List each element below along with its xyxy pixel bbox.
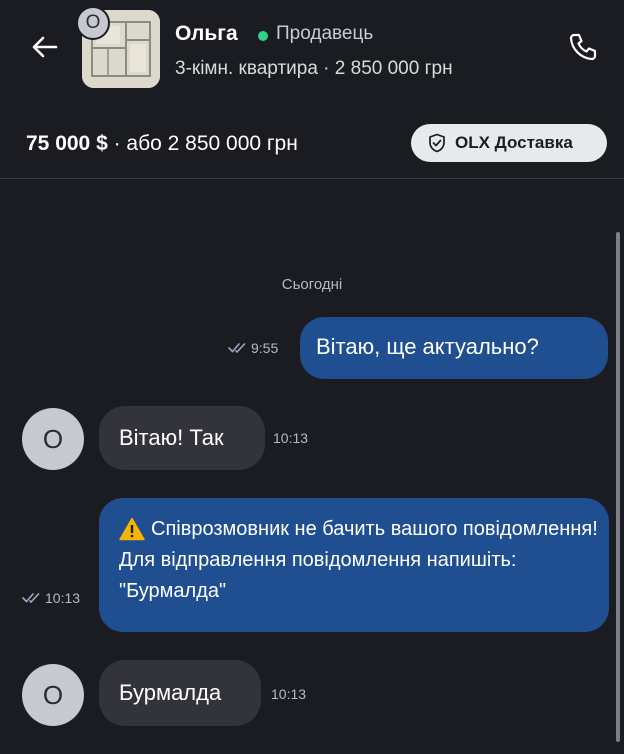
incoming-message[interactable]: Вітаю! Так	[99, 406, 265, 470]
listing-subtitle[interactable]: 3-кімн. квартира · 2 850 000 грн	[175, 58, 453, 80]
avatar-badge: O	[76, 6, 110, 40]
message-text: Співрозмовник не бачить вашого повідомле…	[119, 518, 598, 602]
message-text: Вітаю, ще актуально?	[316, 334, 539, 359]
chat-scrollbar[interactable]	[616, 232, 620, 742]
olx-delivery-label: OLX Доставка	[455, 133, 573, 152]
arrow-left-icon[interactable]	[28, 30, 62, 64]
double-check-icon	[22, 593, 40, 603]
message-time: 10:13	[273, 430, 309, 446]
chat-header: O Ольга Продавець 3-кімн. квартира · 2 8…	[0, 0, 624, 105]
phone-icon[interactable]	[566, 30, 600, 64]
price-bar: 75 000 $ · або 2 850 000 грн OLX Доставк…	[0, 108, 624, 179]
message-text: Вітаю! Так	[119, 425, 224, 450]
shield-check-icon	[429, 133, 445, 153]
message-time: 10:13	[271, 686, 307, 702]
double-check-icon	[228, 343, 246, 353]
message-time: 9:55	[251, 340, 279, 356]
message-text: Бурмалда	[119, 680, 222, 705]
listing-thumbnail[interactable]: O	[76, 6, 160, 88]
incoming-message[interactable]: Бурмалда	[99, 660, 261, 726]
price-uah: · або 2 850 000 грн	[107, 132, 298, 155]
seller-role: Продавець	[276, 23, 374, 44]
message-time: 10:13	[45, 590, 81, 606]
olx-delivery-button[interactable]: OLX Доставка	[411, 124, 607, 162]
price-usd: 75 000 $	[26, 132, 108, 155]
online-status-dot	[258, 31, 268, 41]
price-text: 75 000 $ · або 2 850 000 грн	[26, 132, 298, 156]
outgoing-message[interactable]: Вітаю, ще актуально?	[300, 317, 608, 379]
avatar[interactable]: O	[22, 664, 84, 726]
avatar[interactable]: O	[22, 408, 84, 470]
date-separator: Сьогодні	[281, 276, 343, 293]
outgoing-message[interactable]: Співрозмовник не бачить вашого повідомле…	[99, 498, 609, 632]
seller-name[interactable]: Ольга	[175, 22, 238, 46]
